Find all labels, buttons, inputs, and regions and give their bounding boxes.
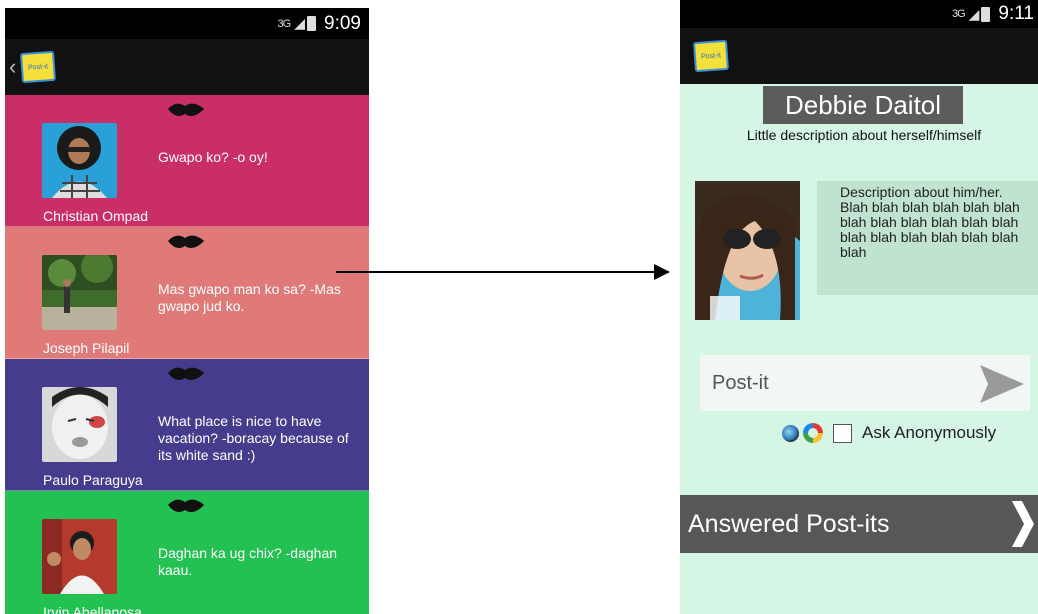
feed-card[interactable]: Daghan ka ug chix? -daghan kaau. Irvin A… <box>5 491 369 614</box>
logo-text: Post-it <box>700 51 722 61</box>
feed-card[interactable]: Gwapo ko? -o oy! Christian Ompad <box>5 95 369 227</box>
lips-icon <box>167 499 205 512</box>
profile-description: Description about him/her. Blah blah bla… <box>817 181 1038 295</box>
anonymous-row: Ask Anonymously <box>782 420 996 446</box>
status-time: 9:11 <box>998 3 1034 24</box>
post-username[interactable]: Christian Ompad <box>43 208 148 224</box>
feed-card[interactable]: What place is nice to have vacation? -bo… <box>5 359 369 491</box>
post-message: Mas gwapo man ko sa? -Mas gwapo jud ko. <box>158 281 341 314</box>
ask-anonymously-label: Ask Anonymously <box>862 423 997 442</box>
transition-arrow <box>336 264 670 280</box>
answered-post-its-button[interactable]: Answered Post-its <box>680 495 1038 553</box>
feed-card[interactable]: Mas gwapo man ko sa? -Mas gwapo jud ko. … <box>5 227 369 359</box>
avatar[interactable] <box>42 255 117 330</box>
avatar[interactable] <box>42 387 117 462</box>
action-bar: ‹ Post-it <box>5 39 369 95</box>
avatar[interactable] <box>42 123 117 198</box>
post-message: Daghan ka ug chix? -daghan kaau. <box>158 545 338 578</box>
lips-icon <box>167 103 205 116</box>
status-bar: 3G ◢ 9:11 <box>680 0 1038 28</box>
right-phone-screen: 3G ◢ 9:11 Post-it Debbie Daitol Little d… <box>680 0 1038 614</box>
avatar[interactable] <box>42 519 117 594</box>
post-username[interactable]: Irvin Abellanosa <box>43 604 142 614</box>
profile-subtitle: Little description about herself/himself <box>746 127 982 143</box>
battery-icon <box>307 16 317 31</box>
answered-label: Answered Post-its <box>688 509 890 538</box>
ask-anonymously-checkbox[interactable] <box>833 423 852 443</box>
lips-icon <box>167 235 205 248</box>
battery-icon <box>981 6 991 22</box>
post-message: Gwapo ko? -o oy! <box>158 149 268 165</box>
post-it-input[interactable]: Post-it <box>700 355 1030 411</box>
color-dot-icon[interactable] <box>782 424 799 442</box>
action-bar: Post-it <box>680 28 1038 84</box>
post-it-logo-icon[interactable]: Post-it <box>19 50 57 84</box>
signal-icon: ◢ <box>968 5 980 22</box>
post-message: What place is nice to have vacation? -bo… <box>158 413 349 463</box>
post-username[interactable]: Paulo Paraguya <box>43 472 143 488</box>
color-dot-icon[interactable] <box>803 423 823 443</box>
logo-text: Post-it <box>27 62 49 72</box>
profile-name: Debbie Daitol <box>763 86 963 124</box>
network-indicator: 3G <box>951 8 966 20</box>
send-icon[interactable] <box>978 363 1026 405</box>
post-it-logo-icon[interactable]: Post-it <box>692 39 730 73</box>
back-chevron-icon[interactable]: ‹ <box>9 54 21 80</box>
post-input-placeholder: Post-it <box>712 371 769 394</box>
lips-icon <box>167 367 205 380</box>
status-time: 9:09 <box>324 12 361 34</box>
status-bar: 3G ◢ 9:09 <box>5 8 369 39</box>
figure: 3G ◢ 9:09 ‹ Post-it Gwapo ko? -o oy! Chr… <box>0 0 1038 614</box>
post-username[interactable]: Joseph Pilapil <box>43 340 129 356</box>
post-feed: Gwapo ko? -o oy! Christian Ompad Mas gwa… <box>5 95 369 614</box>
profile-photo[interactable] <box>695 181 800 320</box>
left-phone-screen: 3G ◢ 9:09 ‹ Post-it Gwapo ko? -o oy! Chr… <box>5 8 369 614</box>
network-indicator: 3G <box>277 17 292 30</box>
signal-icon: ◢ <box>294 15 306 31</box>
chevron-right-icon <box>1012 501 1034 547</box>
